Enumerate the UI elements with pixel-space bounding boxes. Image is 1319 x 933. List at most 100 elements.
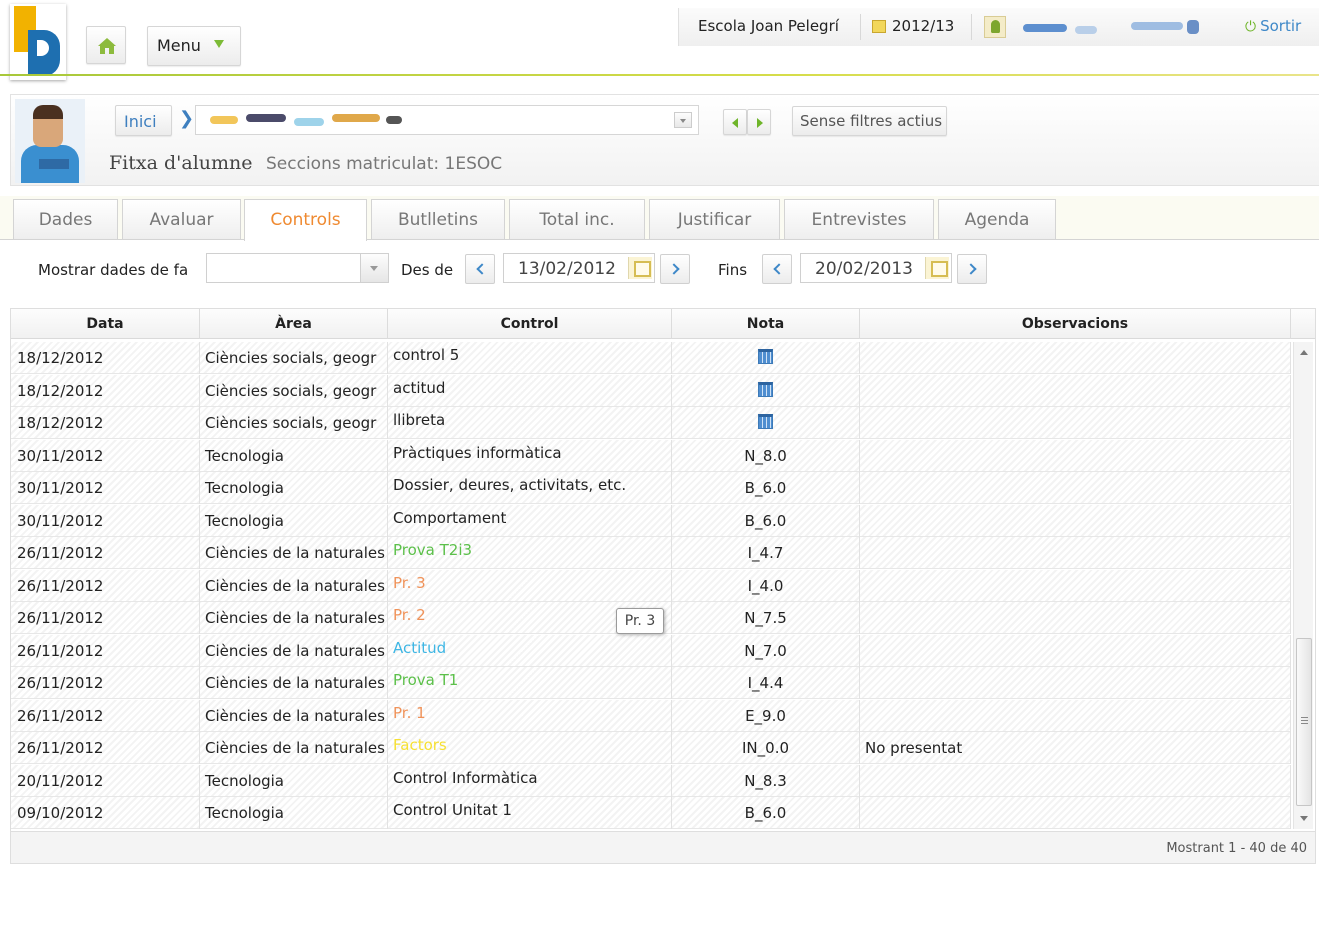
tab-entrevistes[interactable]: Entrevistes (784, 199, 934, 240)
cell-nota[interactable] (672, 407, 860, 439)
power-icon: ⏻ (1245, 19, 1257, 35)
column-header-area[interactable]: Àrea (200, 309, 388, 339)
tab-controls[interactable]: Controls (244, 199, 367, 241)
school-logo[interactable] (10, 4, 66, 80)
cell-nota[interactable] (672, 374, 860, 407)
table-row[interactable]: 18/12/2012 Ciències socials, geogr llibret… (11, 407, 1291, 439)
cell-nota[interactable]: I_4.0 (672, 569, 860, 602)
user-icon[interactable] (984, 16, 1006, 38)
table-row[interactable]: 30/11/2012 Tecnologia Comportament B_6.0 (11, 504, 1291, 537)
to-label: Fins (718, 261, 748, 279)
cell-nota[interactable]: N_8.3 (672, 764, 860, 797)
student-avatar (15, 99, 85, 183)
enrolled-sections: Seccions matriculat: 1ESOC (266, 154, 503, 174)
tab-total-inc[interactable]: Total inc. (509, 199, 645, 240)
cell-control[interactable]: Pr. 3 (388, 569, 672, 602)
cell-date: 09/10/2012 (11, 797, 200, 829)
menu-button[interactable]: Menu (147, 26, 241, 66)
tab-avaluar[interactable]: Avaluar (122, 199, 241, 240)
cell-control[interactable]: actitud (388, 374, 672, 407)
from-date-prev-button[interactable] (465, 254, 495, 284)
scrollbar-thumb[interactable] (1296, 638, 1312, 806)
redacted-student-name (386, 116, 402, 124)
calendar-icon[interactable] (758, 381, 773, 397)
table-row[interactable]: 18/12/2012 Ciències socials, geogr control… (11, 342, 1291, 374)
previous-student-button[interactable] (723, 109, 747, 135)
table-row[interactable]: 30/11/2012 Tecnologia Pràctiques informàti… (11, 439, 1291, 472)
cell-control[interactable]: Comportament (388, 504, 672, 537)
cell-nota[interactable]: I_4.7 (672, 537, 860, 569)
table-row[interactable]: 09/10/2012 Tecnologia Control Unitat 1 B_6.… (11, 797, 1291, 829)
cell-area: Ciències de la naturales (200, 667, 388, 699)
home-button[interactable] (86, 26, 126, 64)
calendar-icon[interactable] (925, 257, 949, 279)
cell-control[interactable]: Prova T1 (388, 667, 672, 699)
cell-nota[interactable]: B_6.0 (672, 472, 860, 504)
from-date-field[interactable]: 13/02/2012 (503, 253, 655, 283)
table-row[interactable]: 26/11/2012 Ciències de la naturales Factor… (11, 732, 1291, 764)
logout-button[interactable]: ⏻ Sortir (1245, 17, 1301, 35)
cell-area: Ciències de la naturales (200, 602, 388, 634)
cell-nota[interactable]: E_9.0 (672, 699, 860, 732)
tab-butlletins[interactable]: Butlletins (371, 199, 505, 240)
next-student-button[interactable] (747, 109, 771, 135)
tab-label: Entrevistes (811, 210, 907, 230)
cell-control[interactable]: Factors (388, 732, 672, 764)
table-row[interactable]: 26/11/2012 Ciències de la naturales Prova … (11, 667, 1291, 699)
cell-nota[interactable]: N_8.0 (672, 439, 860, 472)
cell-nota[interactable]: B_6.0 (672, 797, 860, 829)
tabs-divider (0, 239, 1319, 240)
table-row[interactable]: 30/11/2012 Tecnologia Dossier, deures, act… (11, 472, 1291, 504)
student-selector[interactable] (195, 105, 699, 135)
cell-nota[interactable]: IN_0.0 (672, 732, 860, 764)
calendar-icon[interactable] (758, 414, 773, 429)
cell-control[interactable]: Control Informàtica (388, 764, 672, 797)
table-row[interactable]: 26/11/2012 Ciències de la naturales Pr. 3I… (11, 569, 1291, 602)
cell-control[interactable]: Dossier, deures, activitats, etc. (388, 472, 672, 504)
cell-control[interactable]: control 5 (388, 342, 672, 374)
column-header-observacions[interactable]: Observacions (860, 309, 1291, 339)
show-data-select[interactable] (206, 253, 389, 283)
cell-nota[interactable]: I_4.4 (672, 667, 860, 699)
user-bar-divider (971, 14, 972, 40)
table-row[interactable]: 26/11/2012 Ciències de la naturales Actitu… (11, 634, 1291, 667)
cell-observacions (860, 667, 1291, 699)
to-date-field[interactable]: 20/02/2013 (800, 253, 952, 283)
column-header-nota[interactable]: Nota (672, 309, 860, 339)
to-date-next-button[interactable] (957, 254, 987, 284)
cell-control[interactable]: Pr. 1 (388, 699, 672, 732)
cell-control[interactable]: Actitud (388, 634, 672, 667)
scroll-up-icon[interactable] (1300, 350, 1308, 355)
cell-control[interactable]: llibreta (388, 407, 672, 439)
table-row[interactable]: 26/11/2012 Ciències de la naturales Pr. 1E… (11, 699, 1291, 732)
cell-control[interactable]: Pràctiques informàtica (388, 439, 672, 472)
tab-justificar[interactable]: Justificar (649, 199, 780, 240)
from-date-next-button[interactable] (660, 254, 690, 284)
to-date-prev-button[interactable] (762, 254, 792, 284)
filters-button[interactable]: Sense filtres actius (792, 106, 947, 136)
tab-agenda[interactable]: Agenda (938, 199, 1056, 240)
tab-dades[interactable]: Dades (13, 199, 118, 240)
table-row[interactable]: 20/11/2012 Tecnologia Control Informàtica N… (11, 764, 1291, 797)
tab-label: Avaluar (149, 210, 214, 230)
grid-scrollbar[interactable] (1293, 342, 1313, 829)
table-row[interactable]: 18/12/2012 Ciències socials, geogr actitud (11, 374, 1291, 407)
breadcrumb-home-button[interactable]: Inici (115, 105, 172, 136)
cell-control[interactable]: Prova T2i3 (388, 537, 672, 569)
school-year[interactable]: 2012/13 (892, 17, 954, 35)
column-header-control[interactable]: Control (388, 309, 672, 339)
column-header-data[interactable]: Data (11, 309, 200, 339)
table-row[interactable]: 26/11/2012 Ciències de la naturales Prova … (11, 537, 1291, 569)
cell-observacions (860, 569, 1291, 602)
cell-nota[interactable]: B_6.0 (672, 504, 860, 537)
cell-control[interactable]: Control Unitat 1 (388, 797, 672, 829)
calendar-icon[interactable] (758, 349, 773, 364)
cell-nota[interactable] (672, 342, 860, 374)
cell-area: Ciències de la naturales (200, 537, 388, 569)
calendar-icon[interactable] (628, 257, 652, 279)
cell-nota[interactable]: N_7.0 (672, 634, 860, 667)
chevron-down-icon[interactable] (674, 112, 692, 128)
cell-nota[interactable]: N_7.5 (672, 602, 860, 634)
chevron-down-icon[interactable] (360, 254, 388, 282)
scroll-down-icon[interactable] (1300, 816, 1308, 821)
